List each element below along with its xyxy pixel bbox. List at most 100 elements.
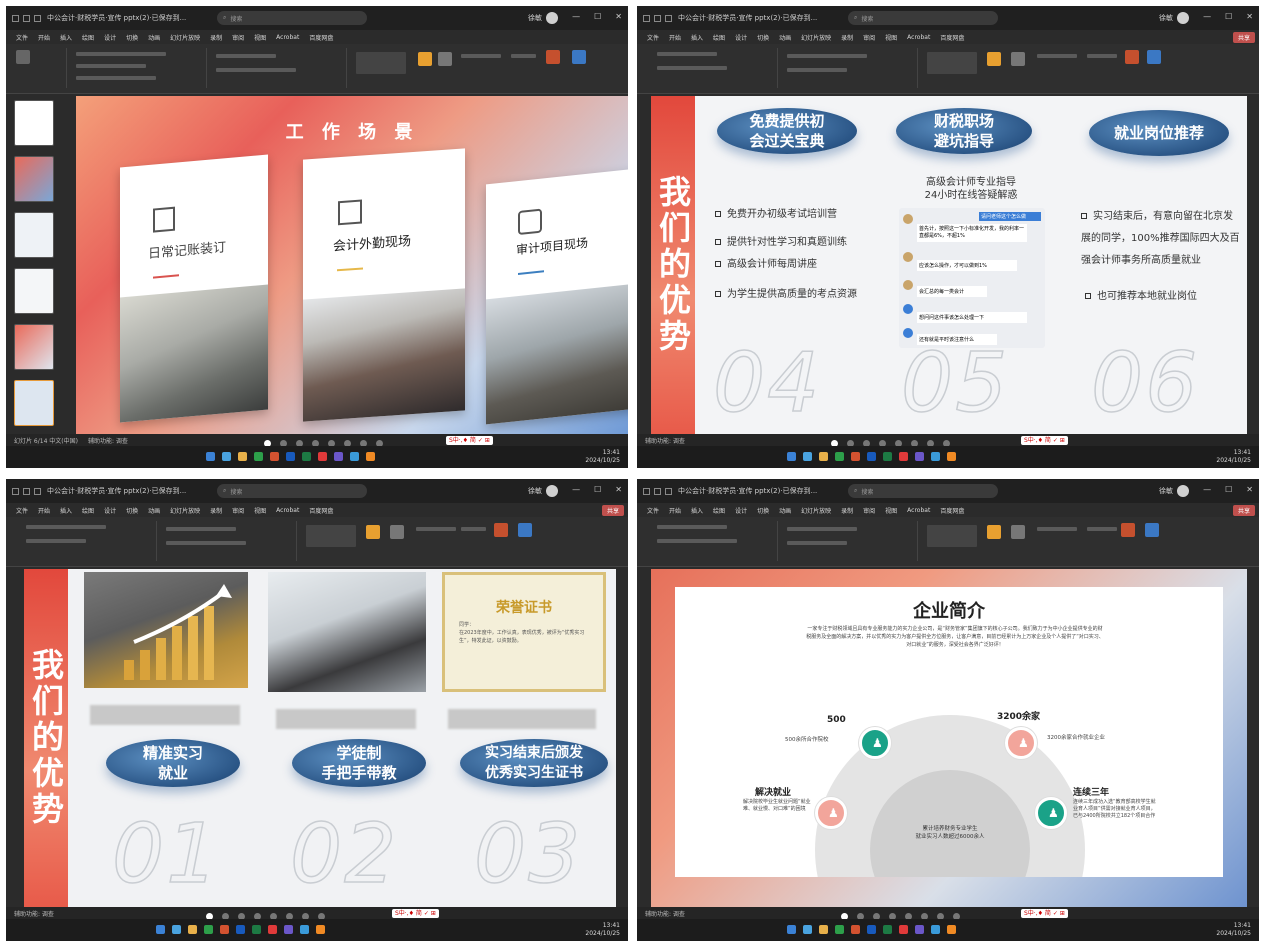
tab-design[interactable]: 设计: [104, 33, 116, 42]
arrange-icon[interactable]: [987, 52, 1001, 66]
quick-access-toolbar[interactable]: [643, 487, 672, 495]
folder-icon[interactable]: [819, 925, 828, 934]
tab-baidu[interactable]: 百度网盘: [309, 33, 333, 42]
search-icon[interactable]: [172, 925, 181, 934]
tab-slideshow[interactable]: 幻灯片放映: [170, 506, 200, 515]
excel-icon[interactable]: [883, 452, 892, 461]
app-icon[interactable]: [350, 452, 359, 461]
user-account[interactable]: 徐敏: [528, 12, 558, 24]
quick-styles-icon[interactable]: [438, 52, 452, 66]
designer-icon[interactable]: [546, 50, 560, 64]
tab-home[interactable]: 开始: [38, 33, 50, 42]
app-icon[interactable]: [931, 452, 940, 461]
tab-draw[interactable]: 绘图: [713, 506, 725, 515]
tab-acrobat[interactable]: Acrobat: [276, 34, 299, 41]
ime-toolbar[interactable]: S中·,♦ 简 ✓ ⊞: [1021, 909, 1068, 918]
tab-file[interactable]: 文件: [16, 33, 28, 42]
quick-styles-icon[interactable]: [1011, 52, 1025, 66]
tab-draw[interactable]: 绘图: [82, 33, 94, 42]
word-icon[interactable]: [867, 925, 876, 934]
start-icon[interactable]: [156, 925, 165, 934]
tab-slideshow[interactable]: 幻灯片放映: [801, 506, 831, 515]
powerpoint-icon[interactable]: [851, 925, 860, 934]
tab-acrobat[interactable]: Acrobat: [276, 507, 299, 514]
tab-design[interactable]: 设计: [104, 506, 116, 515]
maximize-icon[interactable]: ☐: [594, 485, 601, 494]
tab-animations[interactable]: 动画: [148, 506, 160, 515]
ime-toolbar[interactable]: S中·,♦ 简 ✓ ⊞: [446, 436, 493, 445]
word-icon[interactable]: [236, 925, 245, 934]
app-icon[interactable]: [915, 925, 924, 934]
minimize-icon[interactable]: —: [572, 485, 580, 494]
tab-insert[interactable]: 插入: [691, 506, 703, 515]
tab-record[interactable]: 录制: [841, 506, 853, 515]
ime-toolbar[interactable]: S中·,♦ 简 ✓ ⊞: [1021, 436, 1068, 445]
maximize-icon[interactable]: ☐: [594, 12, 601, 21]
tab-baidu[interactable]: 百度网盘: [940, 506, 964, 515]
designer-icon[interactable]: [494, 523, 508, 537]
folder-icon[interactable]: [188, 925, 197, 934]
tab-review[interactable]: 审阅: [232, 506, 244, 515]
app-icon[interactable]: [931, 925, 940, 934]
folder-icon[interactable]: [819, 452, 828, 461]
search-box[interactable]: ⌕ 搜索: [848, 11, 998, 25]
arrange-icon[interactable]: [987, 525, 1001, 539]
tab-design[interactable]: 设计: [735, 33, 747, 42]
tab-insert[interactable]: 插入: [60, 33, 72, 42]
start-icon[interactable]: [787, 452, 796, 461]
browser-icon[interactable]: [204, 925, 213, 934]
designer-icon[interactable]: [1121, 523, 1135, 537]
arrange-icon[interactable]: [366, 525, 380, 539]
share-button[interactable]: 共享: [1232, 505, 1255, 516]
browser-icon[interactable]: [835, 452, 844, 461]
thumbnail[interactable]: [14, 324, 54, 370]
powerpoint-icon[interactable]: [851, 452, 860, 461]
quick-styles-icon[interactable]: [1011, 525, 1025, 539]
tab-home[interactable]: 开始: [38, 506, 50, 515]
search-box[interactable]: ⌕ 搜索: [217, 484, 367, 498]
app-icon[interactable]: [366, 452, 375, 461]
thumbnail[interactable]: [14, 212, 54, 258]
app-icon[interactable]: [316, 925, 325, 934]
tab-transitions[interactable]: 切换: [757, 33, 769, 42]
maximize-icon[interactable]: ☐: [1225, 485, 1232, 494]
tab-acrobat[interactable]: Acrobat: [907, 507, 930, 514]
app-icon[interactable]: [334, 452, 343, 461]
tab-review[interactable]: 审阅: [863, 33, 875, 42]
tab-view[interactable]: 视图: [885, 506, 897, 515]
thumbnail[interactable]: [14, 268, 54, 314]
accessibility-status[interactable]: 辅助功能: 调查: [14, 909, 54, 918]
search-icon[interactable]: [803, 925, 812, 934]
designer-icon[interactable]: [1125, 50, 1139, 64]
quick-access-toolbar[interactable]: [12, 487, 41, 495]
start-icon[interactable]: [787, 925, 796, 934]
tab-file[interactable]: 文件: [647, 33, 659, 42]
search-icon[interactable]: [222, 452, 231, 461]
app-icon[interactable]: [300, 925, 309, 934]
tab-view[interactable]: 视图: [254, 506, 266, 515]
accessibility-status[interactable]: 辅助功能: 调查: [645, 436, 685, 445]
addin-icon[interactable]: [518, 523, 532, 537]
excel-icon[interactable]: [883, 925, 892, 934]
close-icon[interactable]: ✕: [1246, 485, 1253, 494]
search-box[interactable]: ⌕ 搜索: [217, 11, 367, 25]
tab-baidu[interactable]: 百度网盘: [940, 33, 964, 42]
powerpoint-icon[interactable]: [220, 925, 229, 934]
close-icon[interactable]: ✕: [615, 12, 622, 21]
tab-slideshow[interactable]: 幻灯片放映: [801, 33, 831, 42]
accessibility-status[interactable]: 辅助功能: 调查: [88, 436, 128, 445]
tab-design[interactable]: 设计: [735, 506, 747, 515]
tab-draw[interactable]: 绘图: [82, 506, 94, 515]
tab-view[interactable]: 视图: [254, 33, 266, 42]
browser-icon[interactable]: [835, 925, 844, 934]
powerpoint-icon[interactable]: [270, 452, 279, 461]
arrange-icon[interactable]: [418, 52, 432, 66]
addin-icon[interactable]: [1145, 523, 1159, 537]
system-clock[interactable]: 13:41 2024/10/25: [585, 922, 620, 938]
paste-icon[interactable]: [16, 50, 30, 64]
close-icon[interactable]: ✕: [615, 485, 622, 494]
quick-styles-icon[interactable]: [390, 525, 404, 539]
tab-file[interactable]: 文件: [647, 506, 659, 515]
system-clock[interactable]: 13:41 2024/10/25: [585, 449, 620, 465]
tab-slideshow[interactable]: 幻灯片放映: [170, 33, 200, 42]
